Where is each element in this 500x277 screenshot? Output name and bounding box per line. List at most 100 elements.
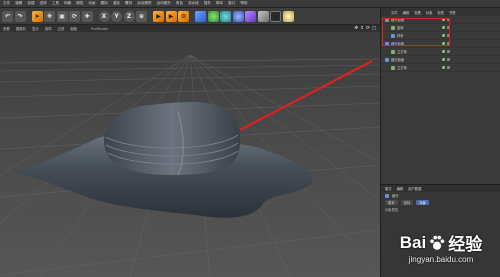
object-label: 立方体	[397, 66, 407, 70]
viewport-header: 查看 摄像机 显示 选项 过滤 面板 ProRender	[0, 25, 380, 32]
cube-object-icon	[391, 65, 395, 70]
tab-basic[interactable]: 基本	[385, 200, 398, 205]
object-label: 立方体	[397, 50, 407, 54]
undo-icon[interactable]: ↶	[2, 10, 13, 22]
pan-icon[interactable]: ✥	[354, 26, 358, 31]
object-manager-menu: 文件 编辑 查看 对象 标签 书签	[381, 8, 500, 16]
render-view-icon[interactable]: ▶	[153, 10, 164, 22]
3d-viewport[interactable]: 查看 摄像机 显示 选项 过滤 面板 ProRender ✥ ⇕ ⟳ □	[0, 25, 380, 277]
enabled-check-icon[interactable]	[442, 58, 445, 61]
object-flags	[442, 58, 450, 61]
section-title: 对象属性	[385, 207, 399, 212]
menu-mesh[interactable]: 网格	[64, 1, 71, 6]
om-menu-edit[interactable]: 编辑	[403, 10, 410, 15]
brand-right: 经验	[448, 235, 483, 254]
axis-x-button[interactable]: X	[98, 10, 110, 22]
menu-create[interactable]: 创建	[27, 1, 34, 6]
redo-icon[interactable]: ↷	[14, 10, 26, 22]
baidu-watermark: Bai 经验 jingyan.baidu.com	[383, 218, 499, 276]
viewport-menu-panel[interactable]: 面板	[70, 26, 77, 31]
array-icon[interactable]	[232, 10, 244, 22]
rotate-icon[interactable]: ⟳	[69, 10, 80, 22]
annotation-arrow	[239, 60, 373, 131]
menu-help[interactable]: 帮助	[240, 1, 247, 6]
viewport-renderer-label: ProRender	[91, 26, 109, 31]
object-row[interactable]: 立方体	[381, 48, 500, 56]
scale-icon[interactable]: ▣	[56, 10, 68, 22]
coordinate-system-icon[interactable]: ⊕	[136, 10, 147, 22]
menu-tools[interactable]: 工具	[52, 1, 59, 6]
menu-motion-tracker[interactable]: 运动跟踪	[137, 1, 151, 6]
floor-icon[interactable]	[257, 10, 269, 22]
cube-object-icon	[391, 49, 395, 54]
menu-render[interactable]: 渲染	[113, 1, 120, 6]
dolly-icon[interactable]: ⇕	[360, 26, 364, 31]
object-label: 细分曲面	[391, 58, 405, 62]
subdivision-icon	[385, 57, 389, 62]
am-menu-edit[interactable]: 编辑	[397, 186, 404, 191]
menu-sculpt[interactable]: 雕刻	[125, 1, 132, 6]
light-icon[interactable]	[282, 10, 294, 22]
menu-select[interactable]: 选择	[40, 1, 47, 6]
edit-render-settings-icon[interactable]: ⚙	[178, 10, 189, 22]
visibility-icon[interactable]	[447, 58, 450, 61]
viewport-navigation: ✥ ⇕ ⟳ □	[354, 26, 376, 31]
attribute-tabs: 基本 坐标 对象	[381, 199, 500, 206]
baidu-logo: Bai 经验	[400, 230, 482, 255]
live-select-icon[interactable]: ➤	[31, 10, 43, 22]
object-flags	[442, 50, 450, 53]
maximize-icon[interactable]: □	[372, 26, 376, 31]
hat-model	[12, 101, 313, 218]
om-menu-view[interactable]: 查看	[414, 10, 421, 15]
object-row[interactable]: 立方体	[381, 64, 500, 72]
object-flags	[442, 66, 450, 69]
am-menu-mode[interactable]: 模式	[385, 186, 392, 191]
viewport-menu-view[interactable]: 查看	[3, 26, 10, 31]
viewport-menu-display[interactable]: 显示	[32, 26, 39, 31]
viewport-menu-filter[interactable]: 过滤	[58, 26, 65, 31]
camera-icon[interactable]: ▰	[270, 10, 281, 22]
viewport-menu-cameras[interactable]: 摄像机	[16, 26, 26, 31]
menu-snap[interactable]: 捕捉	[76, 1, 83, 6]
deformer-icon[interactable]	[245, 10, 256, 22]
orbit-icon[interactable]: ⟳	[366, 26, 370, 31]
render-picture-viewer-icon[interactable]: ▶	[165, 10, 177, 22]
axis-z-button[interactable]: Z	[123, 10, 135, 22]
viewport-scene	[0, 54, 380, 277]
subdivision-icon	[385, 193, 389, 198]
tab-coord[interactable]: 坐标	[400, 200, 414, 205]
watermark-url: jingyan.baidu.com	[408, 255, 474, 264]
am-menu-user-data[interactable]: 用户数据	[408, 186, 421, 191]
visibility-icon[interactable]	[447, 66, 450, 69]
visibility-icon[interactable]	[447, 50, 450, 53]
cube-icon[interactable]	[195, 10, 206, 22]
om-menu-objects[interactable]: 对象	[426, 10, 433, 15]
menu-edit[interactable]: 编辑	[15, 1, 22, 6]
spline-pen-icon[interactable]	[207, 10, 219, 22]
enabled-check-icon[interactable]	[442, 66, 445, 69]
menu-character[interactable]: 角色	[176, 1, 183, 6]
move-icon[interactable]: ✥	[44, 10, 55, 22]
menu-pipeline[interactable]: 流水线	[188, 1, 199, 6]
tab-object[interactable]: 对象	[416, 200, 429, 205]
axis-y-button[interactable]: Y	[111, 10, 122, 22]
attribute-object-label: 细分	[392, 194, 399, 198]
om-menu-tags[interactable]: 标签	[437, 10, 444, 15]
menu-animate[interactable]: 动画	[88, 1, 95, 6]
menu-bar: 文件 编辑 创建 选择 工具 网格 捕捉 动画 模拟 渲染 雕刻 运动跟踪 运动…	[0, 0, 500, 8]
object-row[interactable]: 细分曲面	[381, 56, 500, 64]
menu-file[interactable]: 文件	[3, 1, 10, 6]
om-menu-file[interactable]: 文件	[391, 10, 398, 15]
menu-simulate[interactable]: 模拟	[101, 1, 108, 6]
menu-plugins[interactable]: 插件	[204, 1, 211, 6]
viewport-menu-options[interactable]: 选项	[45, 26, 52, 31]
menu-mograph[interactable]: 运动图形	[156, 1, 170, 6]
recent-tools-icon[interactable]: ✚	[81, 10, 93, 22]
menu-window[interactable]: 窗口	[228, 1, 235, 6]
annotation-highlight-box	[382, 18, 450, 46]
enabled-check-icon[interactable]	[442, 50, 445, 53]
subdivision-surface-icon[interactable]	[220, 10, 231, 22]
paw-icon	[430, 235, 445, 250]
menu-script[interactable]: 脚本	[216, 1, 223, 6]
om-menu-bookmarks[interactable]: 书签	[449, 10, 456, 15]
